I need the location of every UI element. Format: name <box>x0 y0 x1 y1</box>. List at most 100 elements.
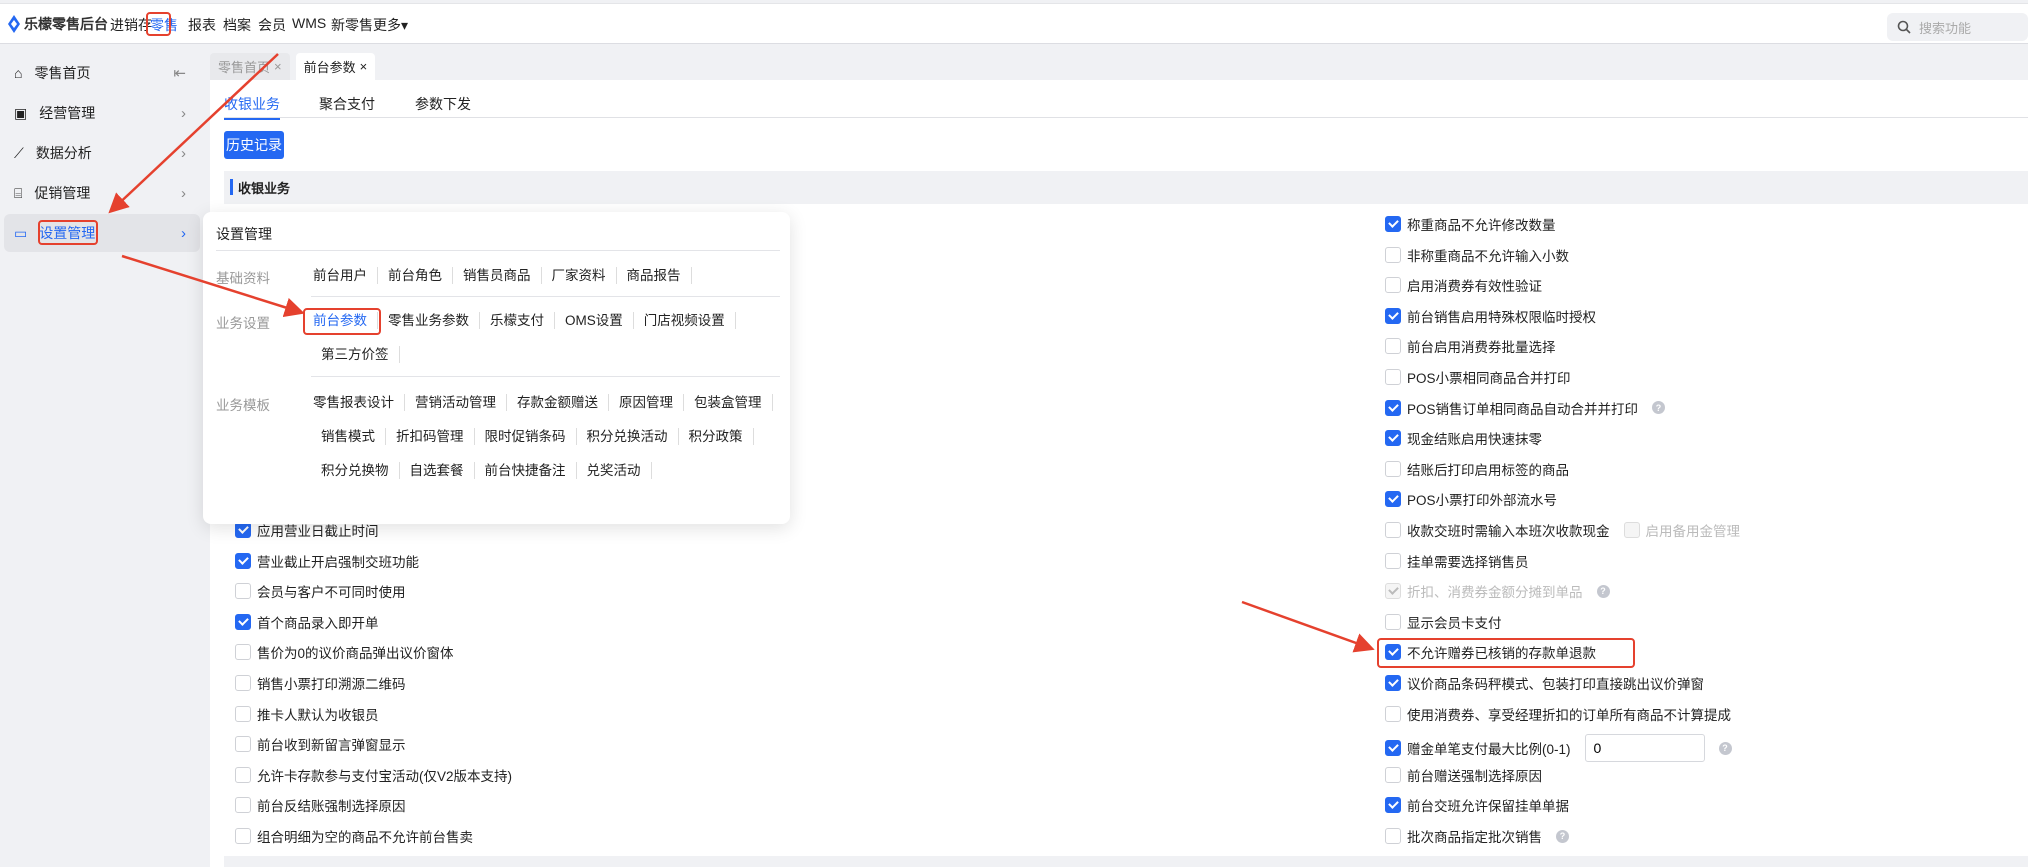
checkbox[interactable] <box>1385 740 1401 757</box>
menu-link[interactable]: 积分政策 <box>679 428 754 445</box>
checkbox[interactable] <box>1385 246 1401 263</box>
menu-group-items: 零售报表设计 营销活动管理 存款金额赠送 原因管理 包装盒管理销售模式 折扣码管理 限时促销… <box>311 394 781 479</box>
option-row: 赠金单笔支付最大比例(0-1)? <box>1385 734 1732 763</box>
nav-item-3[interactable]: 档案 <box>223 15 251 35</box>
sidebar-item-3[interactable]: ⌸ 促销管理 › <box>4 174 200 212</box>
checkbox[interactable] <box>1385 277 1401 294</box>
tab-1[interactable]: 前台参数 × <box>295 53 376 80</box>
menu-link[interactable]: OMS设置 <box>555 312 634 329</box>
menu-link[interactable]: 销售模式 <box>311 428 386 445</box>
close-icon[interactable]: × <box>360 59 368 74</box>
checkbox[interactable] <box>1385 491 1401 508</box>
menu-link[interactable]: 折扣码管理 <box>386 428 475 445</box>
option-row: 允许卡存款参与支付宝活动(仅V2版本支持) <box>235 765 512 785</box>
option-label: 销售小票打印溯源二维码 <box>257 677 406 692</box>
menu-link[interactable]: 前台角色 <box>378 267 453 284</box>
checkbox[interactable] <box>1385 369 1401 385</box>
menu-link[interactable]: 销售员商品 <box>453 267 542 284</box>
menu-link[interactable]: 存款金额赠送 <box>507 394 609 411</box>
subtab-0[interactable]: 收银业务 <box>224 94 280 120</box>
help-icon[interactable]: ? <box>1718 741 1732 755</box>
checkbox[interactable] <box>1385 797 1401 814</box>
option-label: 折扣、消费券金额分摊到单品 <box>1407 585 1583 601</box>
chevron-right-icon[interactable]: › <box>181 145 186 162</box>
option-row: 收款交班时需输入本班次收款现金 启用备用金管理 <box>1385 520 1740 540</box>
checkbox[interactable] <box>235 828 251 844</box>
checkbox[interactable] <box>1385 460 1401 477</box>
sidebar-item-label: 零售首页 <box>34 65 91 81</box>
menu-link[interactable]: 乐檬支付 <box>480 312 555 329</box>
menu-link[interactable]: 前台参数 <box>311 312 378 329</box>
menu-link[interactable]: 第三方价签 <box>311 346 400 363</box>
checkbox[interactable] <box>1385 399 1401 416</box>
checkbox[interactable] <box>1385 552 1401 569</box>
search-input[interactable]: 搜索功能 <box>1887 13 2028 41</box>
nav-item-2[interactable]: 报表 <box>188 15 216 35</box>
app-logo[interactable]: 乐檬零售后台 <box>8 14 108 34</box>
menu-link[interactable]: 前台用户 <box>311 267 378 284</box>
nav-item-1[interactable]: 零售 <box>150 15 178 35</box>
menu-link[interactable]: 商品报告 <box>617 267 692 284</box>
sidebar-item-4[interactable]: ▭ 设置管理 › <box>4 214 200 252</box>
collapse-icon[interactable]: ⇤ <box>173 64 186 82</box>
menu-link[interactable]: 门店视频设置 <box>634 312 736 329</box>
ratio-input[interactable] <box>1584 734 1705 763</box>
checkbox[interactable] <box>1385 644 1401 661</box>
menu-link[interactable]: 自选套餐 <box>400 462 475 479</box>
checkbox[interactable] <box>1385 522 1401 538</box>
sidebar-item-1[interactable]: ▣ 经营管理 › <box>4 94 200 132</box>
menu-link[interactable]: 积分兑换物 <box>311 462 400 479</box>
history-button[interactable]: 历史记录 <box>224 131 284 159</box>
nav-item-4[interactable]: 会员 <box>258 15 286 35</box>
menu-link[interactable]: 原因管理 <box>609 394 684 411</box>
checkbox[interactable] <box>235 705 251 722</box>
divider <box>311 296 780 297</box>
close-icon[interactable]: × <box>274 59 282 74</box>
checkbox[interactable] <box>1385 338 1401 355</box>
menu-link[interactable]: 厂家资料 <box>542 267 617 284</box>
checkbox[interactable] <box>1385 705 1401 722</box>
chevron-right-icon[interactable]: › <box>181 185 186 202</box>
checkbox[interactable] <box>1385 828 1401 844</box>
checkbox[interactable] <box>1385 766 1401 783</box>
checkbox[interactable] <box>235 522 251 538</box>
nav-item-5[interactable]: WMS <box>292 15 326 31</box>
menu-link[interactable]: 前台快捷备注 <box>475 462 577 479</box>
nav-item-0[interactable]: 进销存 <box>110 15 152 35</box>
checkbox[interactable] <box>1385 430 1401 447</box>
chevron-right-icon[interactable]: › <box>181 225 186 242</box>
subtab-1[interactable]: 聚合支付 <box>319 94 375 114</box>
menu-link[interactable]: 零售报表设计 <box>311 394 405 411</box>
checkbox[interactable] <box>235 613 251 630</box>
checkbox[interactable] <box>235 552 251 569</box>
app-title: 乐檬零售后台 <box>24 16 108 32</box>
menu-link[interactable]: 限时促销条码 <box>475 428 577 445</box>
nav-item-7[interactable]: 更多▾ <box>373 15 408 35</box>
checkbox[interactable] <box>235 766 251 783</box>
checkbox[interactable] <box>235 583 251 600</box>
sidebar-item-0[interactable]: ⌂ 零售首页 ⇤ <box>4 54 200 92</box>
monitor-icon: ▣ <box>14 104 28 121</box>
help-icon[interactable]: ? <box>1596 584 1610 598</box>
menu-link[interactable]: 营销活动管理 <box>405 394 507 411</box>
checkbox[interactable] <box>235 797 251 814</box>
menu-link[interactable]: 积分兑换活动 <box>577 428 679 445</box>
checkbox[interactable] <box>1385 675 1401 691</box>
nav-item-6[interactable]: 新零售 <box>331 15 373 35</box>
menu-link[interactable]: 包装盒管理 <box>684 394 773 411</box>
checkbox[interactable] <box>235 675 251 691</box>
checkbox[interactable] <box>235 644 251 661</box>
option-row: 现金结账启用快速抹零 <box>1385 428 1542 448</box>
menu-link[interactable]: 零售业务参数 <box>378 312 480 329</box>
help-icon[interactable]: ? <box>1556 829 1569 843</box>
checkbox[interactable] <box>235 736 251 753</box>
checkbox[interactable] <box>1385 613 1401 630</box>
help-icon[interactable]: ? <box>1652 401 1666 415</box>
tab-0[interactable]: 零售首页 × <box>210 53 290 80</box>
checkbox[interactable] <box>1385 216 1401 232</box>
menu-link[interactable]: 兑奖活动 <box>577 462 652 479</box>
chevron-right-icon[interactable]: › <box>181 105 186 122</box>
sidebar-item-2[interactable]: ⟋ 数据分析 › <box>4 134 200 172</box>
checkbox[interactable] <box>1385 307 1401 324</box>
subtab-2[interactable]: 参数下发 <box>415 94 471 114</box>
